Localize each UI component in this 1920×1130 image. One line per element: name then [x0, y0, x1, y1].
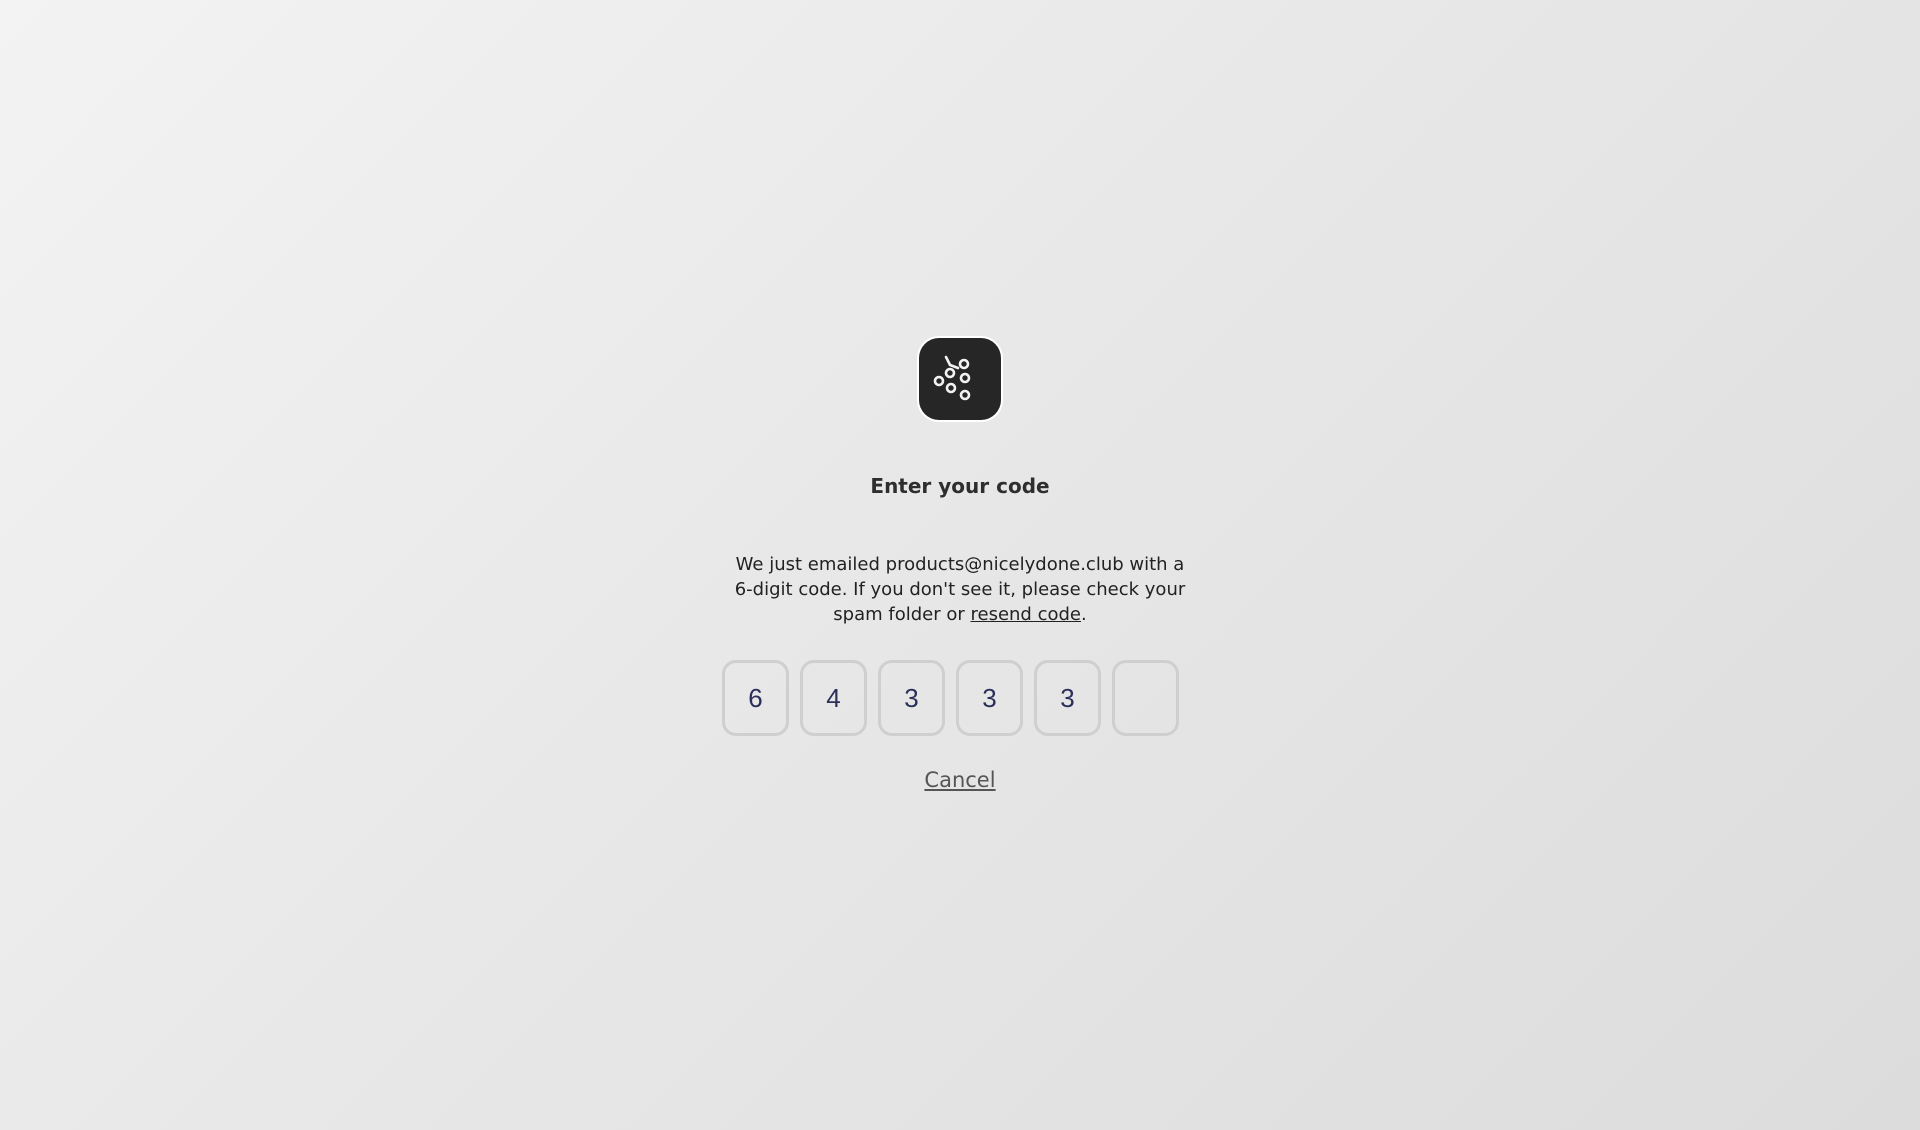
- instructions-text-end: .: [1080, 604, 1087, 625]
- grape-cluster-icon: [933, 355, 971, 401]
- code-digit-input-6[interactable]: [1112, 660, 1179, 736]
- instructions-text-main: We just emailed products@nicelydone.club…: [734, 554, 1186, 625]
- cancel-container: Cancel: [0, 766, 1920, 794]
- verification-screen: Enter your code We just emailed products…: [0, 0, 1920, 1130]
- code-digit-input-1[interactable]: 6: [722, 660, 789, 736]
- code-input-group: 6 4 3 3 3: [722, 660, 1179, 736]
- code-digit-input-2[interactable]: 4: [800, 660, 867, 736]
- code-digit-input-3[interactable]: 3: [878, 660, 945, 736]
- page-title: Enter your code: [870, 474, 1050, 498]
- code-digit-input-5[interactable]: 3: [1034, 660, 1101, 736]
- code-digit-input-4[interactable]: 3: [956, 660, 1023, 736]
- instructions-text: We just emailed products@nicelydone.club…: [733, 552, 1187, 627]
- app-logo: [919, 338, 1001, 420]
- cancel-link[interactable]: Cancel: [924, 768, 995, 792]
- resend-code-link[interactable]: resend code: [970, 604, 1081, 625]
